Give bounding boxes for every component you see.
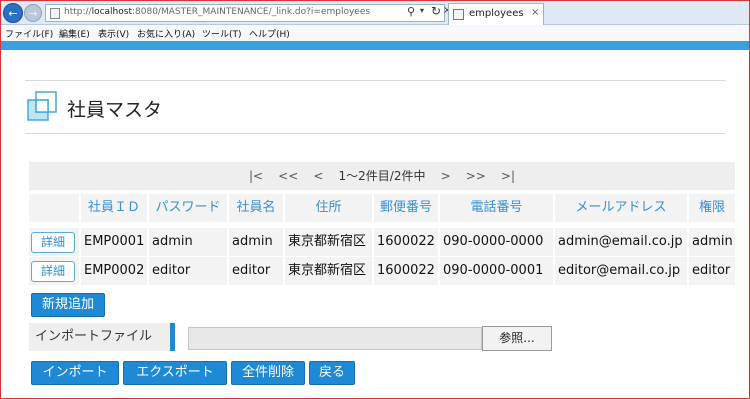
file-path-input[interactable] — [188, 327, 482, 350]
column-header-postal: 郵便番号 — [374, 194, 438, 222]
cell-address: 東京都新宿区 — [285, 257, 372, 285]
menu-edit[interactable]: 編集(E) — [59, 27, 90, 40]
forward-button[interactable]: → — [24, 4, 42, 22]
tab-title: employees — [469, 8, 524, 19]
import-file-label: インポートファイル — [29, 323, 175, 351]
pager-next[interactable]: > — [441, 162, 451, 190]
pager-prev-page[interactable]: << — [278, 162, 298, 190]
table-row: 詳細 — [29, 257, 79, 285]
dropdown-arrow-icon[interactable]: ▾ — [420, 6, 424, 15]
column-header-address: 住所 — [285, 194, 372, 222]
address-bar[interactable]: http://localhost:8080/MASTER_MAINTENANCE… — [45, 4, 445, 22]
column-header-role: 権限 — [689, 194, 735, 222]
pager-next-page[interactable]: >> — [466, 162, 486, 190]
back-button[interactable]: ← — [3, 3, 23, 23]
refresh-icon[interactable]: ↻ — [431, 4, 441, 18]
delete-all-button[interactable]: 全件削除 — [231, 361, 305, 385]
search-icon[interactable]: ⚲ — [407, 5, 415, 18]
cell-address: 東京都新宿区 — [285, 228, 372, 256]
menu-tools[interactable]: ツール(T) — [202, 27, 242, 40]
page-icon — [50, 8, 60, 19]
cell-employee-name: admin — [229, 228, 283, 256]
menu-bar: ファイル(F) 編集(E) 表示(V) お気に入り(A) ツール(T) ヘルプ(… — [1, 25, 749, 41]
cell-password: editor — [149, 257, 227, 285]
header-band — [1, 41, 749, 50]
cell-role: admin — [689, 228, 735, 256]
cell-postal-code: 1600022 — [374, 257, 438, 285]
logo-icon — [27, 91, 57, 121]
browser-toolbar: ← → http://localhost:8080/MASTER_MAINTEN… — [1, 1, 749, 25]
detail-button[interactable]: 詳細 — [31, 232, 75, 253]
cell-employee-name: editor — [229, 257, 283, 285]
forward-arrow-icon: → — [28, 7, 38, 20]
menu-view[interactable]: 表示(V) — [98, 27, 129, 40]
cell-employee-id: EMP0001 — [81, 228, 147, 256]
tab-close-icon[interactable]: × — [531, 7, 539, 18]
column-header-phone: 電話番号 — [440, 194, 553, 222]
back-button[interactable]: 戻る — [309, 361, 355, 385]
browser-tab[interactable]: employees × — [448, 3, 544, 25]
column-header-email: メールアドレス — [555, 194, 687, 222]
cell-password: admin — [149, 228, 227, 256]
pager-prev[interactable]: < — [313, 162, 323, 190]
cell-phone: 090-0000-0000 — [440, 228, 553, 256]
browse-button[interactable]: 参照... — [482, 326, 552, 351]
divider — [25, 80, 725, 81]
table-row: 詳細 — [29, 228, 79, 256]
import-button[interactable]: インポート — [31, 361, 119, 385]
menu-file[interactable]: ファイル(F) — [5, 27, 53, 40]
pager-status: 1〜2件目/2件中 — [338, 169, 426, 183]
cell-employee-id: EMP0002 — [81, 257, 147, 285]
menu-help[interactable]: ヘルプ(H) — [249, 27, 290, 40]
cell-email: admin@email.co.jp — [555, 228, 687, 256]
pager-first[interactable]: |< — [249, 162, 263, 190]
address-url: http://localhost:8080/MASTER_MAINTENANCE… — [64, 7, 371, 17]
page-title: 社員マスタ — [67, 99, 163, 121]
table-header-blank — [29, 194, 79, 222]
column-header-name: 社員名 — [229, 194, 283, 222]
cell-postal-code: 1600022 — [374, 228, 438, 256]
pagination-bar: |< << < 1〜2件目/2件中 > >> >| — [29, 162, 735, 190]
detail-button[interactable]: 詳細 — [31, 261, 75, 282]
tab-page-icon — [453, 9, 464, 20]
cell-phone: 090-0000-0001 — [440, 257, 553, 285]
pager-last[interactable]: >| — [501, 162, 515, 190]
column-header-id: 社員ＩＤ — [81, 194, 147, 222]
divider — [25, 133, 725, 134]
menu-favorites[interactable]: お気に入り(A) — [137, 27, 195, 40]
add-new-button[interactable]: 新規追加 — [31, 293, 105, 317]
cell-email: editor@email.co.jp — [555, 257, 687, 285]
column-header-password: パスワード — [149, 194, 227, 222]
back-arrow-icon: ← — [8, 7, 18, 20]
export-button[interactable]: エクスポート — [123, 361, 227, 385]
cell-role: editor — [689, 257, 735, 285]
